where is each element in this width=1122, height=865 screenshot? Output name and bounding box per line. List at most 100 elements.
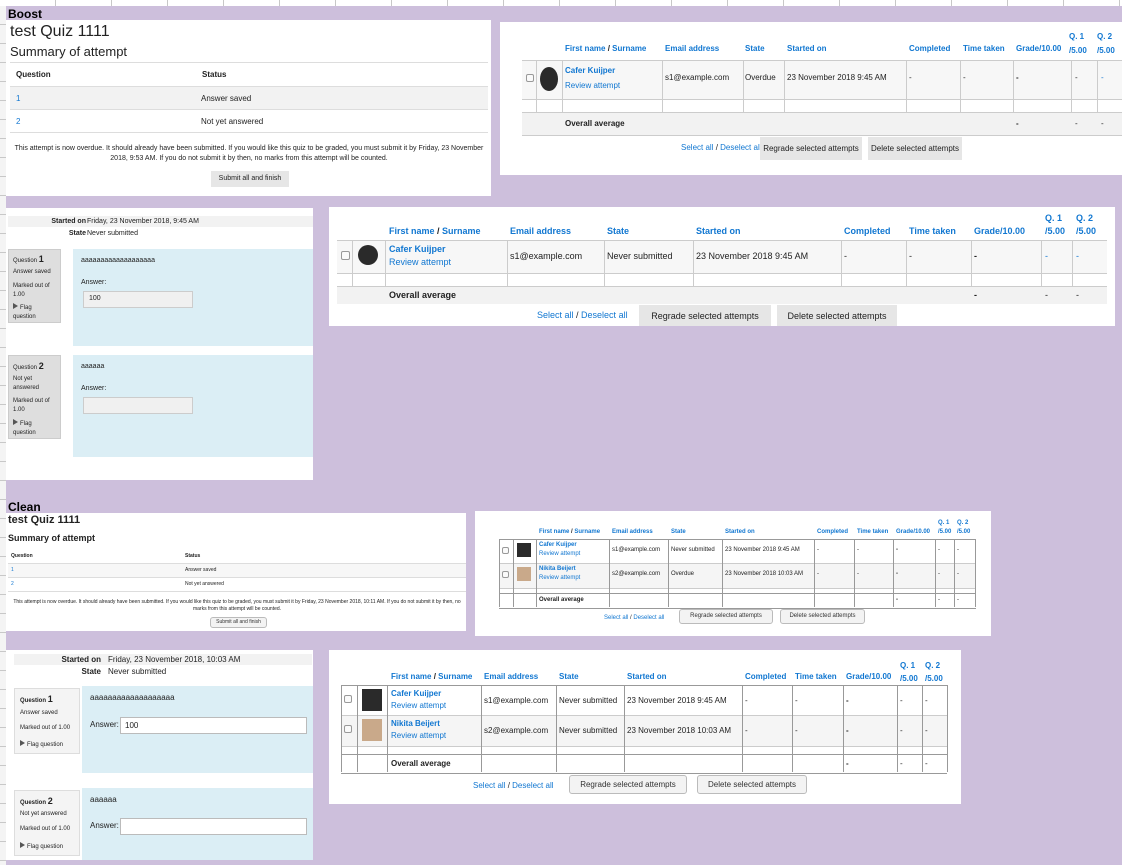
header-state[interactable]: State <box>745 44 765 53</box>
regrade-button[interactable]: Regrade selected attempts <box>679 609 773 624</box>
question-link[interactable]: 1 <box>16 94 20 103</box>
select-all-link[interactable]: Select all <box>604 615 628 621</box>
header-completed[interactable]: Completed <box>844 226 891 236</box>
user-name-link[interactable]: Cafer Kuijper <box>389 244 446 254</box>
user-name-link[interactable]: Cafer Kuijper <box>565 66 615 75</box>
header-q2[interactable]: Q. 2 <box>925 661 940 670</box>
user-name-link[interactable]: Cafer Kuijper <box>539 542 577 548</box>
q2-cell[interactable]: - <box>1076 251 1079 261</box>
header-time-taken[interactable]: Time taken <box>963 44 1005 53</box>
row-checkbox[interactable] <box>502 571 509 578</box>
answer-input[interactable] <box>120 818 307 835</box>
row-checkbox[interactable] <box>502 547 509 554</box>
header-q1[interactable]: Q. 1 <box>900 661 915 670</box>
row-checkbox[interactable] <box>344 695 352 703</box>
header-grade[interactable]: Grade/10.00 <box>974 226 1025 236</box>
flag-question-link[interactable]: Flag question <box>20 740 63 748</box>
header-started[interactable]: Started on <box>627 672 667 681</box>
header-time-taken[interactable]: Time taken <box>795 672 837 681</box>
header-started[interactable]: Started on <box>787 44 827 53</box>
submit-all-button[interactable]: Submit all and finish <box>210 617 267 628</box>
delete-button[interactable]: Delete selected attempts <box>697 775 807 794</box>
header-q1-max[interactable]: /5.00 <box>1045 226 1065 236</box>
delete-button[interactable]: Delete selected attempts <box>780 609 865 624</box>
header-q2[interactable]: Q. 2 <box>1076 213 1093 223</box>
header-time-taken[interactable]: Time taken <box>857 529 888 535</box>
select-all-link[interactable]: Select all <box>537 310 574 320</box>
submit-all-button[interactable]: Submit all and finish <box>211 171 289 187</box>
review-attempt-link[interactable]: Review attempt <box>391 701 446 710</box>
question-text: aaaaaaaaaaaaaaaaaaa <box>81 257 155 264</box>
regrade-button[interactable]: Regrade selected attempts <box>639 305 771 326</box>
header-q2[interactable]: Q. 2 <box>1097 32 1112 41</box>
header-state[interactable]: State <box>671 529 686 535</box>
select-all-link[interactable]: Select all <box>681 143 713 152</box>
header-q2-max[interactable]: /5.00 <box>957 529 970 535</box>
header-name[interactable]: First name / Surname <box>539 529 600 535</box>
header-q1[interactable]: Q. 1 <box>1045 213 1062 223</box>
regrade-button[interactable]: Regrade selected attempts <box>760 137 862 160</box>
state-cell: Overdue <box>745 73 776 82</box>
header-state[interactable]: State <box>559 672 579 681</box>
review-attempt-link[interactable]: Review attempt <box>391 731 446 740</box>
header-q1-max[interactable]: /5.00 <box>1069 46 1087 55</box>
delete-button[interactable]: Delete selected attempts <box>868 137 962 160</box>
deselect-all-link[interactable]: Deselect all <box>720 143 761 152</box>
answer-input[interactable]: 100 <box>120 717 307 734</box>
deselect-all-link[interactable]: Deselect all <box>581 310 628 320</box>
header-started[interactable]: Started on <box>696 226 741 236</box>
header-q2-max[interactable]: /5.00 <box>1076 226 1096 236</box>
header-name[interactable]: First name / Surname <box>565 44 646 53</box>
header-state[interactable]: State <box>607 226 629 236</box>
header-q2-max[interactable]: /5.00 <box>925 674 943 683</box>
row-checkbox[interactable] <box>341 251 350 260</box>
delete-button[interactable]: Delete selected attempts <box>777 305 897 326</box>
user-name-link[interactable]: Nikita Beijert <box>391 719 440 728</box>
header-grade[interactable]: Grade/10.00 <box>1016 44 1061 53</box>
header-q1[interactable]: Q. 1 <box>938 520 949 526</box>
header-email[interactable]: Email address <box>510 226 571 236</box>
header-q2-max[interactable]: /5.00 <box>1097 46 1115 55</box>
question-marks: Marked out of 1.00 <box>20 826 71 832</box>
select-all-link[interactable]: Select all <box>473 781 505 790</box>
question-link[interactable]: 2 <box>16 117 20 126</box>
flag-question-link[interactable]: Flag question <box>13 303 36 322</box>
header-started[interactable]: Started on <box>725 529 755 535</box>
header-email[interactable]: Email address <box>665 44 719 53</box>
question-link[interactable]: 1 <box>11 567 14 573</box>
header-name[interactable]: First name / Surname <box>391 672 472 681</box>
deselect-all-link[interactable]: Deselect all <box>512 781 553 790</box>
q1-cell[interactable]: - <box>1045 251 1048 261</box>
flag-question-link[interactable]: Flag question <box>20 842 63 850</box>
table-row: 2 Not yet answered <box>8 577 466 592</box>
user-name-link[interactable]: Nikita Beijert <box>539 566 576 572</box>
review-attempt-link[interactable]: Review attempt <box>539 575 580 581</box>
header-completed[interactable]: Completed <box>817 529 848 535</box>
regrade-button[interactable]: Regrade selected attempts <box>569 775 687 794</box>
header-email[interactable]: Email address <box>484 672 538 681</box>
review-attempt-link[interactable]: Review attempt <box>389 257 451 267</box>
header-grade[interactable]: Grade/10.00 <box>896 529 930 535</box>
review-attempt-link[interactable]: Review attempt <box>565 81 620 90</box>
answer-input[interactable] <box>83 397 193 414</box>
header-completed[interactable]: Completed <box>909 44 950 53</box>
user-name-link[interactable]: Cafer Kuijper <box>391 689 441 698</box>
answer-input[interactable]: 100 <box>83 291 193 308</box>
header-name[interactable]: First name / Surname <box>389 226 481 236</box>
header-q1-max[interactable]: /5.00 <box>900 674 918 683</box>
review-attempt-link[interactable]: Review attempt <box>539 551 580 557</box>
header-completed[interactable]: Completed <box>745 672 786 681</box>
row-checkbox[interactable] <box>526 74 534 82</box>
question-link[interactable]: 2 <box>11 581 14 587</box>
q1-cell: - <box>938 571 940 577</box>
row-checkbox[interactable] <box>344 725 352 733</box>
header-time-taken[interactable]: Time taken <box>909 226 956 236</box>
deselect-all-link[interactable]: Deselect all <box>633 615 664 621</box>
q2-cell[interactable]: - <box>1101 73 1104 82</box>
flag-question-link[interactable]: Flag question <box>13 419 36 438</box>
header-q2[interactable]: Q. 2 <box>957 520 968 526</box>
header-email[interactable]: Email address <box>612 529 653 535</box>
header-q1-max[interactable]: /5.00 <box>938 529 951 535</box>
header-q1[interactable]: Q. 1 <box>1069 32 1084 41</box>
header-grade[interactable]: Grade/10.00 <box>846 672 891 681</box>
